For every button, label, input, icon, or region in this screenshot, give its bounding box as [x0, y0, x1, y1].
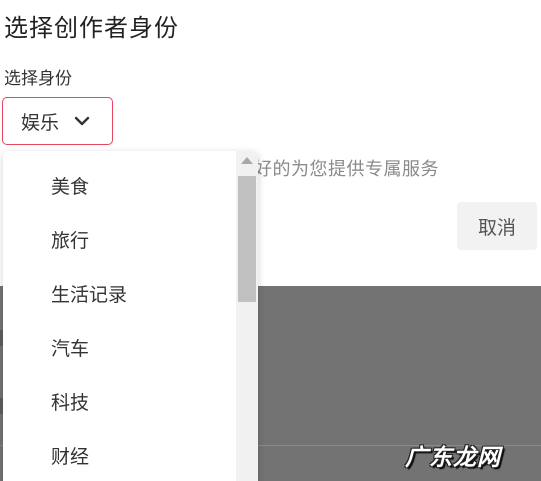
dropdown-option-life-record[interactable]: 生活记录 — [3, 268, 233, 322]
watermark-logo: 广东龙网 — [405, 445, 501, 471]
scrollbar-thumb[interactable] — [238, 176, 256, 302]
dropdown-option-travel[interactable]: 旅行 — [3, 214, 233, 268]
chevron-down-icon — [73, 112, 91, 130]
dropdown-option-auto[interactable]: 汽车 — [3, 322, 233, 376]
identity-select[interactable]: 娱乐 — [2, 97, 113, 145]
dialog-title: 选择创作者身份 — [4, 14, 179, 42]
scrollbar[interactable] — [236, 151, 258, 481]
page: 选择创作者身份 选择身份 娱乐 好的为您提供专属服务 取消 广东龙网 美食 旅行… — [0, 0, 541, 481]
identity-select-value: 娱乐 — [21, 111, 60, 134]
dropdown-option-finance[interactable]: 财经 — [3, 430, 233, 481]
identity-dropdown-menu: 美食 旅行 生活记录 汽车 科技 财经 — [3, 151, 258, 481]
dropdown-option-food[interactable]: 美食 — [3, 160, 233, 214]
scroll-up-arrow-icon[interactable] — [241, 157, 253, 164]
field-label: 选择身份 — [4, 69, 72, 89]
cancel-button[interactable]: 取消 — [457, 202, 537, 250]
dropdown-option-tech[interactable]: 科技 — [3, 376, 233, 430]
dropdown-list: 美食 旅行 生活记录 汽车 科技 财经 — [3, 160, 233, 481]
hint-text: 好的为您提供专属服务 — [254, 159, 439, 180]
